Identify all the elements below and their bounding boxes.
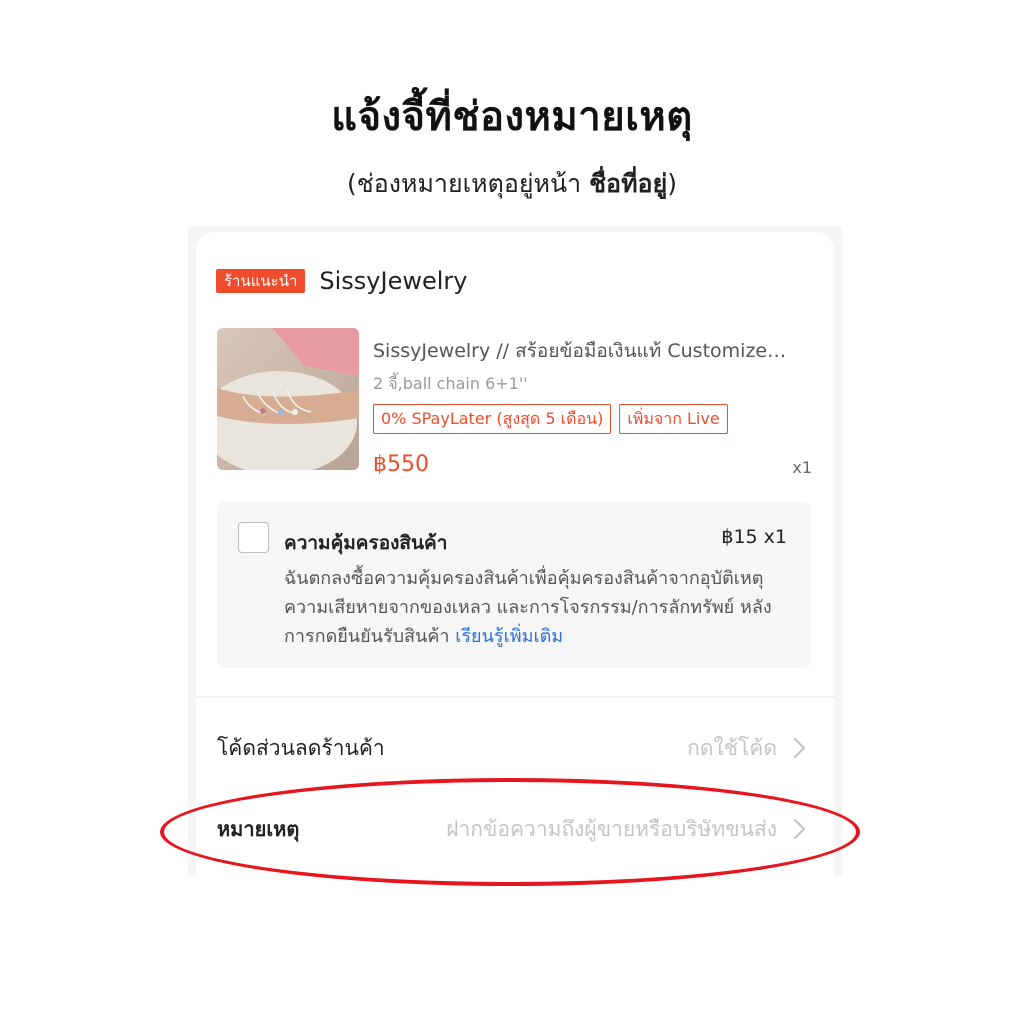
learn-more-link[interactable]: เรียนรู้เพิ่มเติม — [455, 626, 563, 647]
spaylater-tag: 0% SPayLater (สูงสุด 5 เดือน) — [373, 404, 612, 434]
section-divider — [196, 696, 834, 698]
product-tags: 0% SPayLater (สูงสุด 5 เดือน) เพิ่มจาก L… — [373, 404, 728, 434]
subtitle-suffix: ) — [667, 169, 677, 198]
subtitle-bold: ชื่อที่อยู่ — [589, 169, 668, 198]
note-row[interactable]: หมายเหตุ ฝากข้อความถึงผู้ขายหรือบริษัทขน… — [217, 809, 811, 849]
shop-voucher-action[interactable]: กดใช้โค้ด — [687, 732, 811, 765]
shop-name[interactable]: SissyJewelry — [319, 267, 467, 295]
product-image[interactable] — [217, 328, 359, 470]
shop-voucher-row[interactable]: โค้ดส่วนลดร้านค้า กดใช้โค้ด — [217, 728, 811, 768]
note-input[interactable]: ฝากข้อความถึงผู้ขายหรือบริษัทขนส่ง — [446, 813, 811, 846]
page-subtitle: (ช่องหมายเหตุอยู่หน้า ชื่อที่อยู่) — [0, 164, 1024, 204]
protection-description: ฉันตกลงซื้อความคุ้มครองสินค้าเพื่อคุ้มคร… — [284, 564, 794, 651]
product-photo-icon — [217, 328, 359, 470]
shop-voucher-action-text: กดใช้โค้ด — [687, 735, 777, 760]
product-title[interactable]: SissyJewelry // สร้อยข้อมือเงินแท้ Custo… — [373, 336, 813, 366]
shop-header[interactable]: ร้านแนะนำ SissyJewelry — [216, 266, 467, 296]
note-label: หมายเหตุ — [217, 817, 300, 841]
subtitle-prefix: (ช่องหมายเหตุอยู่หน้า — [347, 169, 590, 198]
chevron-right-icon — [793, 737, 806, 759]
protection-title: ความคุ้มครองสินค้า — [284, 532, 448, 554]
checkout-screenshot: ร้านแนะนำ SissyJewelry SissyJewelry // ส… — [188, 226, 842, 876]
order-card: ร้านแนะนำ SissyJewelry SissyJewelry // ส… — [196, 232, 834, 876]
instruction-graphic: แจ้งจี้ที่ช่องหมายเหตุ (ช่องหมายเหตุอยู่… — [0, 0, 1024, 1024]
chevron-right-icon — [793, 818, 806, 840]
note-placeholder: ฝากข้อความถึงผู้ขายหรือบริษัทขนส่ง — [446, 816, 777, 841]
preferred-shop-badge: ร้านแนะนำ — [216, 269, 306, 293]
live-tag: เพิ่มจาก Live — [619, 404, 728, 434]
protection-price: ฿15 x1 — [721, 526, 787, 548]
page-title: แจ้งจี้ที่ช่องหมายเหตุ — [331, 94, 693, 140]
product-protection-box: ความคุ้มครองสินค้า ฿15 x1 ฉันตกลงซื้อควา… — [217, 502, 811, 668]
product-price: ฿550 — [373, 452, 429, 477]
protection-checkbox[interactable] — [238, 522, 269, 553]
product-quantity: x1 — [792, 458, 812, 477]
product-variant: 2 จี้,ball chain 6+1'' — [373, 374, 528, 393]
shop-voucher-label: โค้ดส่วนลดร้านค้า — [217, 735, 385, 760]
